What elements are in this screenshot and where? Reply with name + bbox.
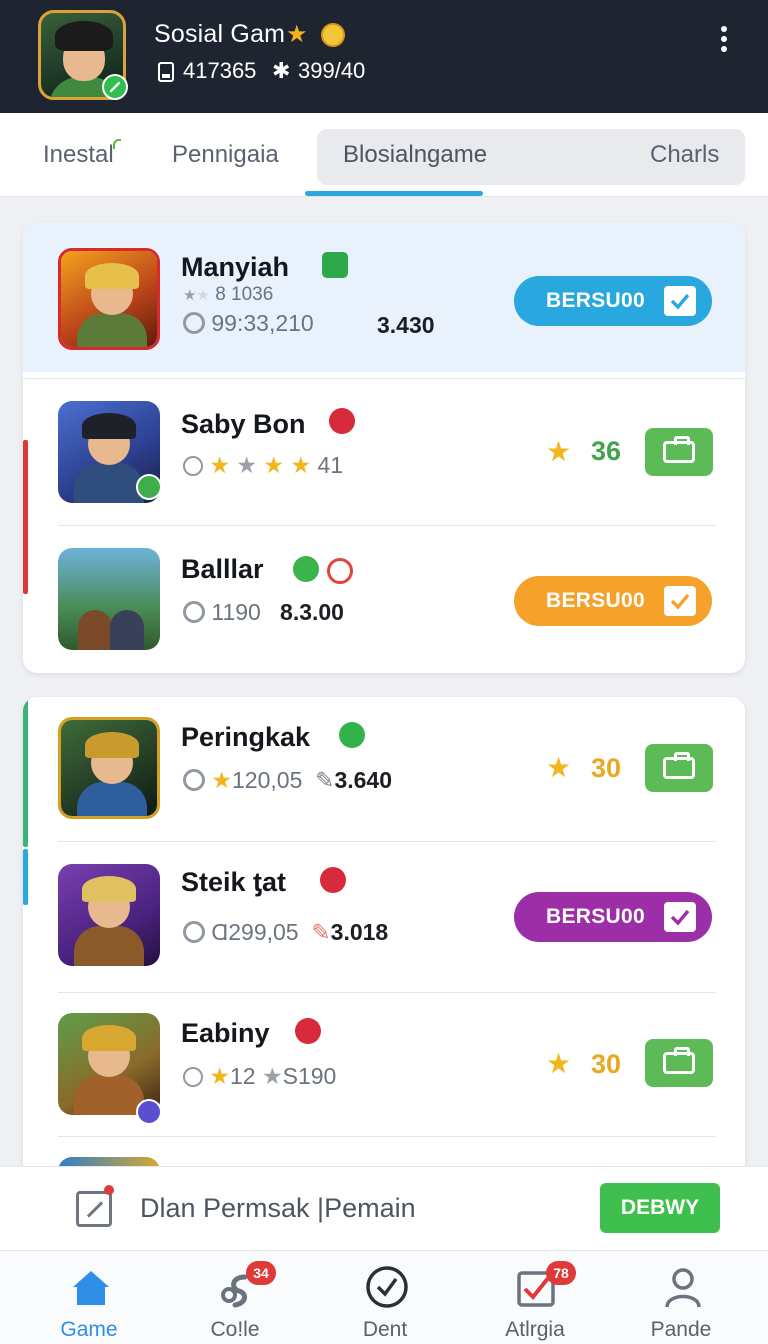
game-list-card: Peringkak ★120,05 ✎3.640 ★ 30 Steik ƫat … xyxy=(23,697,745,1197)
game-title: Manyiah xyxy=(181,252,290,282)
target-icon xyxy=(327,558,353,584)
tab-bar: Inestal Pennigaia Blosialngame Charls xyxy=(0,113,768,197)
game-score: 3.430 xyxy=(377,312,435,338)
deploy-button[interactable]: DEBWY xyxy=(600,1183,720,1233)
heart-badge-icon xyxy=(295,1018,321,1044)
nav-atlrgia[interactable]: 78 Atlrgia xyxy=(460,1251,610,1344)
game-thumbnail xyxy=(58,864,160,966)
game-row[interactable]: Eabiny ★12 ★S190 ★ 30 xyxy=(23,993,745,1143)
join-button[interactable]: BERSU00 xyxy=(514,576,712,626)
game-title: Peringkak xyxy=(181,722,311,752)
divider xyxy=(58,1136,716,1137)
coin-icon xyxy=(321,23,345,47)
star-icon: ★ xyxy=(546,436,572,467)
shop-button[interactable] xyxy=(645,744,713,792)
bag-icon xyxy=(663,1047,695,1074)
heart-badge-icon xyxy=(293,556,319,582)
join-button[interactable]: BERSU00 xyxy=(514,892,712,942)
sprout-icon xyxy=(113,139,121,149)
game-title: Eabiny xyxy=(181,1018,270,1048)
game-thumbnail xyxy=(58,717,160,819)
game-points: 30 xyxy=(591,753,622,783)
game-title: Steik ƫat xyxy=(181,867,287,897)
game-list-card: Manyiah ★★ 8 1036 99:33,210 3.430 BERSU0… xyxy=(23,222,745,673)
nav-cole[interactable]: 34 Co!le xyxy=(160,1251,310,1344)
nav-dent[interactable]: Dent xyxy=(310,1251,460,1344)
game-tag-icon xyxy=(322,252,348,278)
home-icon xyxy=(73,1271,109,1305)
game-stats: 1190 8.3.00 xyxy=(183,599,344,626)
shop-button[interactable] xyxy=(645,1039,713,1087)
tab-indicator xyxy=(305,191,483,196)
star-icon: ★ xyxy=(286,21,308,48)
plus-badge-icon xyxy=(136,1099,162,1125)
game-row[interactable]: Steik ƫat Ɑ299,05 ✎3.018 BERSU00 xyxy=(23,842,745,992)
game-stats: 99:33,210 xyxy=(183,310,314,337)
action-bar-text: Dlan Permsak |Pemain xyxy=(140,1193,416,1223)
game-title: Saby Bon xyxy=(181,409,306,439)
game-points: 36 xyxy=(591,436,622,466)
game-row[interactable]: Peringkak ★120,05 ✎3.640 ★ 30 xyxy=(23,697,745,847)
edit-icon[interactable] xyxy=(76,1191,112,1227)
verified-icon xyxy=(339,722,365,748)
notification-dot xyxy=(104,1185,114,1195)
game-stats: Ɑ299,05 ✎3.018 xyxy=(183,919,388,946)
clock-icon xyxy=(366,1266,408,1308)
bottom-action-bar: Dlan Permsak |Pemain DEBWY xyxy=(0,1166,768,1250)
platform-badge-icon xyxy=(136,474,162,500)
game-points: 30 xyxy=(591,1049,622,1079)
heart-badge-icon xyxy=(329,408,355,434)
notification-badge: 78 xyxy=(546,1261,576,1285)
game-title: Balllar xyxy=(181,554,264,584)
bag-icon xyxy=(663,752,695,779)
tab-charls[interactable]: Charls xyxy=(650,141,719,169)
stat-secondary: 399/40 xyxy=(298,58,366,83)
game-stats: ★12 ★S190 xyxy=(183,1063,336,1090)
game-rating-count: ★★ 8 1036 xyxy=(183,284,274,305)
edit-badge-icon xyxy=(102,74,128,100)
game-stats: ★120,05 ✎3.640 xyxy=(183,767,392,794)
bottom-nav: Game 34 Co!le Dent 78 Atlrgia Pande xyxy=(0,1250,768,1344)
person-icon xyxy=(665,1268,701,1308)
star-icon: ★ xyxy=(546,1048,572,1079)
game-row[interactable]: Balllar 1190 8.3.00 BERSU00 xyxy=(23,526,745,673)
join-button[interactable]: BERSU00 xyxy=(514,276,712,326)
game-thumbnail xyxy=(58,548,160,650)
game-row[interactable]: Manyiah ★★ 8 1036 99:33,210 3.430 BERSU0… xyxy=(23,222,745,372)
tab-pennigaia[interactable]: Pennigaia xyxy=(172,141,279,169)
notification-badge: 34 xyxy=(246,1261,276,1285)
more-vert-icon[interactable] xyxy=(712,26,736,56)
star-icon: ★ xyxy=(546,752,572,783)
stat-primary: 417365 xyxy=(183,58,257,83)
shop-button[interactable] xyxy=(645,428,713,476)
game-thumbnail xyxy=(58,248,160,350)
game-rating: ★ ★ ★ ★ 41 xyxy=(183,452,343,479)
game-row[interactable]: Saby Bon ★ ★ ★ ★ 41 ★ 36 xyxy=(23,379,745,529)
nav-pande[interactable]: Pande xyxy=(606,1251,756,1344)
tab-inestal[interactable]: Inestal xyxy=(43,141,114,169)
card-icon xyxy=(158,62,174,82)
gear-icon: ✱ xyxy=(272,58,291,83)
app-header: Sosial Gam ★ 417365 ✱ 399/40 xyxy=(0,0,768,113)
tab-blosialngame[interactable]: Blosialngame xyxy=(343,141,487,169)
nav-game[interactable]: Game xyxy=(14,1251,164,1344)
app-title: Sosial Gam xyxy=(154,20,286,48)
bag-icon xyxy=(663,436,695,463)
heart-badge-icon xyxy=(320,867,346,893)
